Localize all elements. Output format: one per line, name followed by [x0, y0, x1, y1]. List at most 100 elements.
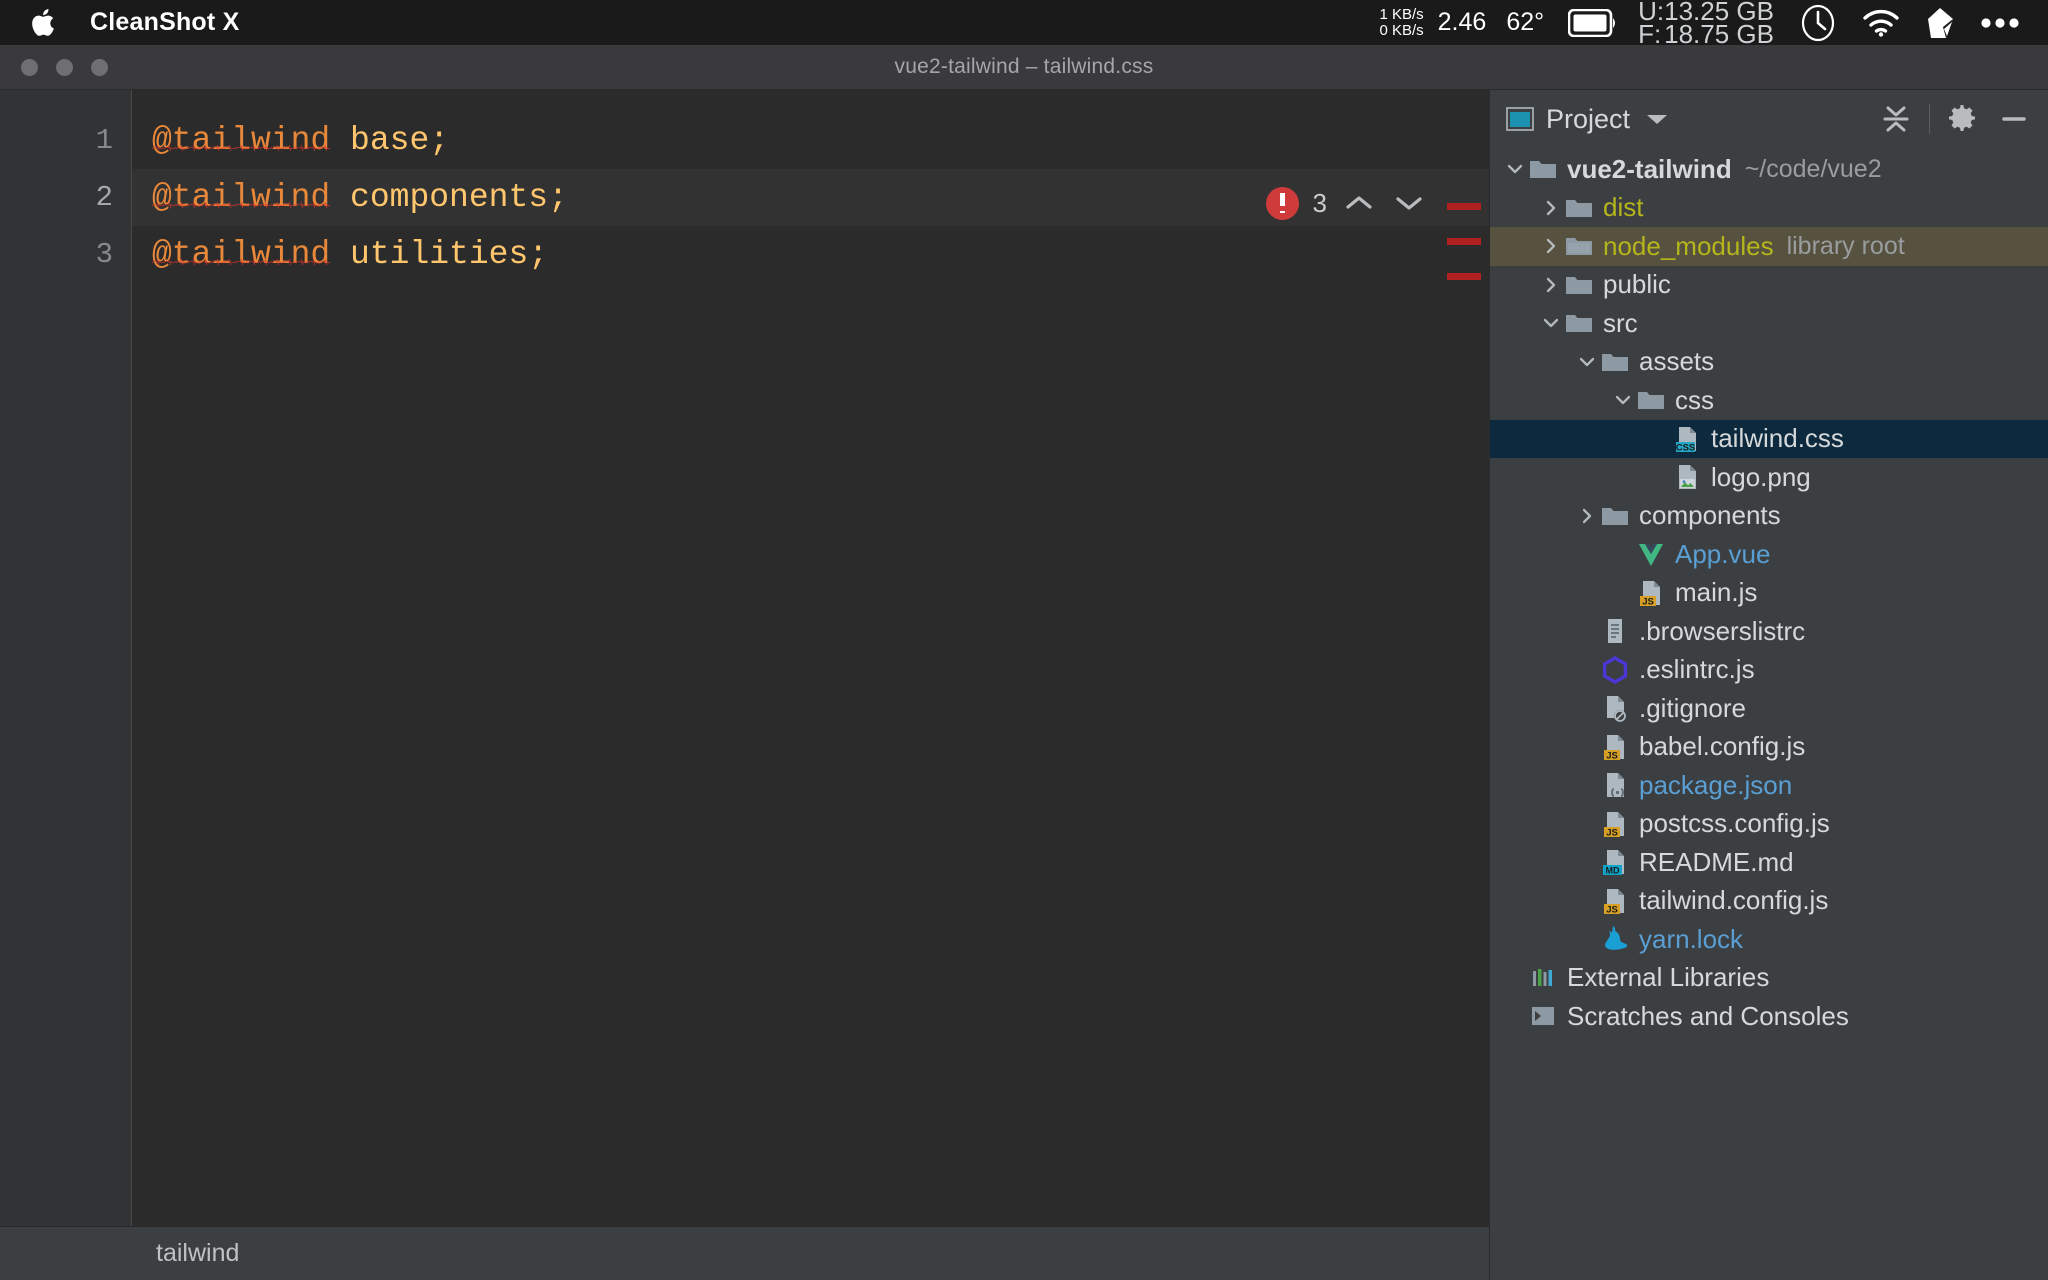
active-app-name[interactable]: CleanShot X — [90, 8, 239, 37]
tree-row[interactable]: JS tailwind.config.js — [1490, 882, 2048, 921]
cpu-load-indicator[interactable]: 2.46 — [1438, 0, 1487, 45]
tree-row[interactable]: Scratches and Consoles — [1490, 997, 2048, 1036]
text-file-icon — [1600, 616, 1630, 646]
tree-row[interactable]: MD README.md — [1490, 843, 2048, 882]
tree-row-label: css — [1675, 384, 1714, 415]
tree-row[interactable]: assets — [1490, 343, 2048, 382]
js-file-icon: JS — [1600, 809, 1630, 839]
minimize-window-button[interactable] — [56, 58, 73, 76]
collapse-all-icon[interactable] — [1879, 102, 1913, 136]
status-breadcrumb[interactable]: tailwind — [0, 1226, 1489, 1280]
tree-row[interactable]: dist — [1490, 189, 2048, 228]
css-at-rule-token: @tailwind — [152, 236, 331, 273]
gear-icon[interactable] — [1946, 103, 1978, 135]
chevron-down-icon[interactable] — [1610, 390, 1636, 410]
tree-row[interactable]: components — [1490, 497, 2048, 536]
apple-logo-icon[interactable] — [30, 8, 56, 38]
chevron-down-icon[interactable] — [1502, 159, 1528, 179]
image-file-icon — [1672, 462, 1702, 492]
chevron-down-icon[interactable] — [1391, 185, 1427, 221]
tree-row-label: assets — [1639, 346, 1715, 377]
tree-row[interactable]: .eslintrc.js — [1490, 651, 2048, 690]
code-line[interactable]: @tailwind utilities; — [132, 226, 1489, 283]
tree-row-label: tailwind.config.js — [1639, 885, 1829, 916]
chevron-right-icon[interactable] — [1574, 506, 1600, 526]
folder-lib-icon — [1564, 231, 1594, 261]
tree-row-label: yarn.lock — [1639, 923, 1744, 954]
tree-row[interactable]: vue2-tailwind ~/code/vue2 — [1490, 150, 2048, 189]
tree-row-label: babel.config.js — [1639, 731, 1806, 762]
tree-row-sublabel: library root — [1786, 231, 1905, 260]
zoom-window-button[interactable] — [91, 58, 108, 76]
macos-menu-bar: CleanShot X 1 KB/s 0 KB/s 2.46 62° U: 13.… — [0, 0, 2048, 49]
vue-file-icon — [1636, 539, 1666, 569]
tree-row[interactable]: yarn.lock — [1490, 920, 2048, 959]
editor-area[interactable]: 1 2 3 @tailwind base; @tailwind components;… — [0, 90, 1489, 1226]
tree-row[interactable]: CSS tailwind.css — [1490, 419, 2048, 458]
dropbox-icon[interactable] — [1926, 0, 1954, 45]
tree-row[interactable]: node_modules library root — [1490, 227, 2048, 266]
line-number: 2 — [95, 181, 113, 214]
chevron-down-icon[interactable] — [1538, 313, 1564, 333]
temperature-indicator[interactable]: 62° — [1506, 0, 1544, 45]
ide-window: vue2-tailwind – tailwind.css 1 2 3 @tailwi… — [0, 45, 2048, 1280]
chevron-down-icon[interactable] — [1574, 352, 1600, 372]
tree-row[interactable]: JS postcss.config.js — [1490, 805, 2048, 844]
tree-row[interactable]: JS babel.config.js — [1490, 728, 2048, 767]
network-download-speed: 0 KB/s — [1379, 21, 1424, 39]
disk-free-label: F: — [1638, 18, 1662, 49]
ellipsis-icon[interactable] — [1980, 0, 2020, 45]
tree-row-label: node_modules — [1603, 230, 1774, 261]
line-number: 1 — [95, 124, 113, 157]
tree-row[interactable]: App.vue — [1490, 535, 2048, 574]
svg-text:JS: JS — [1606, 827, 1618, 838]
breadcrumb-item[interactable]: tailwind — [156, 1239, 239, 1268]
project-window-icon — [1506, 107, 1534, 131]
tree-row[interactable]: External Libraries — [1490, 959, 2048, 998]
tree-row-label: vue2-tailwind — [1567, 153, 1732, 184]
tree-row[interactable]: .gitignore — [1490, 689, 2048, 728]
inspection-widget[interactable]: 3 — [1265, 185, 1427, 221]
svg-text:JS: JS — [1642, 596, 1654, 607]
css-value-token: utilities; — [330, 236, 549, 273]
tree-row-label: README.md — [1639, 846, 1794, 877]
network-speed-indicator[interactable]: 1 KB/s 0 KB/s — [1379, 0, 1437, 45]
code-line[interactable]: @tailwind base; — [132, 112, 1489, 169]
wifi-icon[interactable] — [1862, 0, 1900, 45]
tree-row-label: Scratches and Consoles — [1567, 1000, 1849, 1031]
chevron-down-icon[interactable] — [1644, 111, 1670, 127]
chevron-right-icon[interactable] — [1538, 198, 1564, 218]
close-window-button[interactable] — [21, 58, 38, 76]
tree-row-label: package.json — [1639, 769, 1793, 800]
menu-bar-tray: 1 KB/s 0 KB/s 2.46 62° U: 13.25 GB F: 18.7… — [1379, 0, 2048, 49]
svg-text:JS: JS — [1606, 904, 1618, 915]
tree-row[interactable]: package.json — [1490, 766, 2048, 805]
chevron-right-icon[interactable] — [1538, 275, 1564, 295]
tree-row[interactable]: logo.png — [1490, 458, 2048, 497]
code-content[interactable]: @tailwind base; @tailwind components; @tai… — [132, 90, 1489, 1226]
js-file-icon: JS — [1600, 732, 1630, 762]
tree-row[interactable]: src — [1490, 304, 2048, 343]
external-libraries-icon — [1528, 963, 1558, 993]
tree-row[interactable]: css — [1490, 381, 2048, 420]
tree-row-label: src — [1603, 307, 1638, 338]
disk-free-value: 18.75 GB — [1664, 18, 1774, 49]
project-tree[interactable]: vue2-tailwind ~/code/vue2 dist node_modules… — [1490, 148, 2048, 1280]
window-title: vue2-tailwind – tailwind.css — [894, 55, 1154, 78]
project-tool-window: Project vue2-tailwind ~/code/vue2 dist n… — [1489, 90, 2048, 1280]
css-at-rule-token: @tailwind — [152, 122, 331, 159]
minimize-icon[interactable] — [1998, 103, 2030, 135]
line-number-gutter[interactable]: 1 2 3 — [0, 90, 132, 1226]
chevron-right-icon[interactable] — [1538, 236, 1564, 256]
chevron-up-icon[interactable] — [1341, 185, 1377, 221]
tree-row[interactable]: .browserslistrc — [1490, 612, 2048, 651]
tree-row-label: components — [1639, 500, 1781, 531]
svg-text:MD: MD — [1606, 866, 1620, 876]
tree-row[interactable]: public — [1490, 266, 2048, 305]
disk-usage-indicator[interactable]: U: 13.25 GB F: 18.75 GB — [1638, 0, 1774, 49]
battery-icon[interactable] — [1568, 0, 1618, 45]
css-at-rule-token: @tailwind — [152, 179, 331, 216]
network-upload-speed: 1 KB/s — [1379, 5, 1424, 23]
tree-row[interactable]: JS main.js — [1490, 574, 2048, 613]
clock-icon[interactable] — [1800, 0, 1836, 45]
